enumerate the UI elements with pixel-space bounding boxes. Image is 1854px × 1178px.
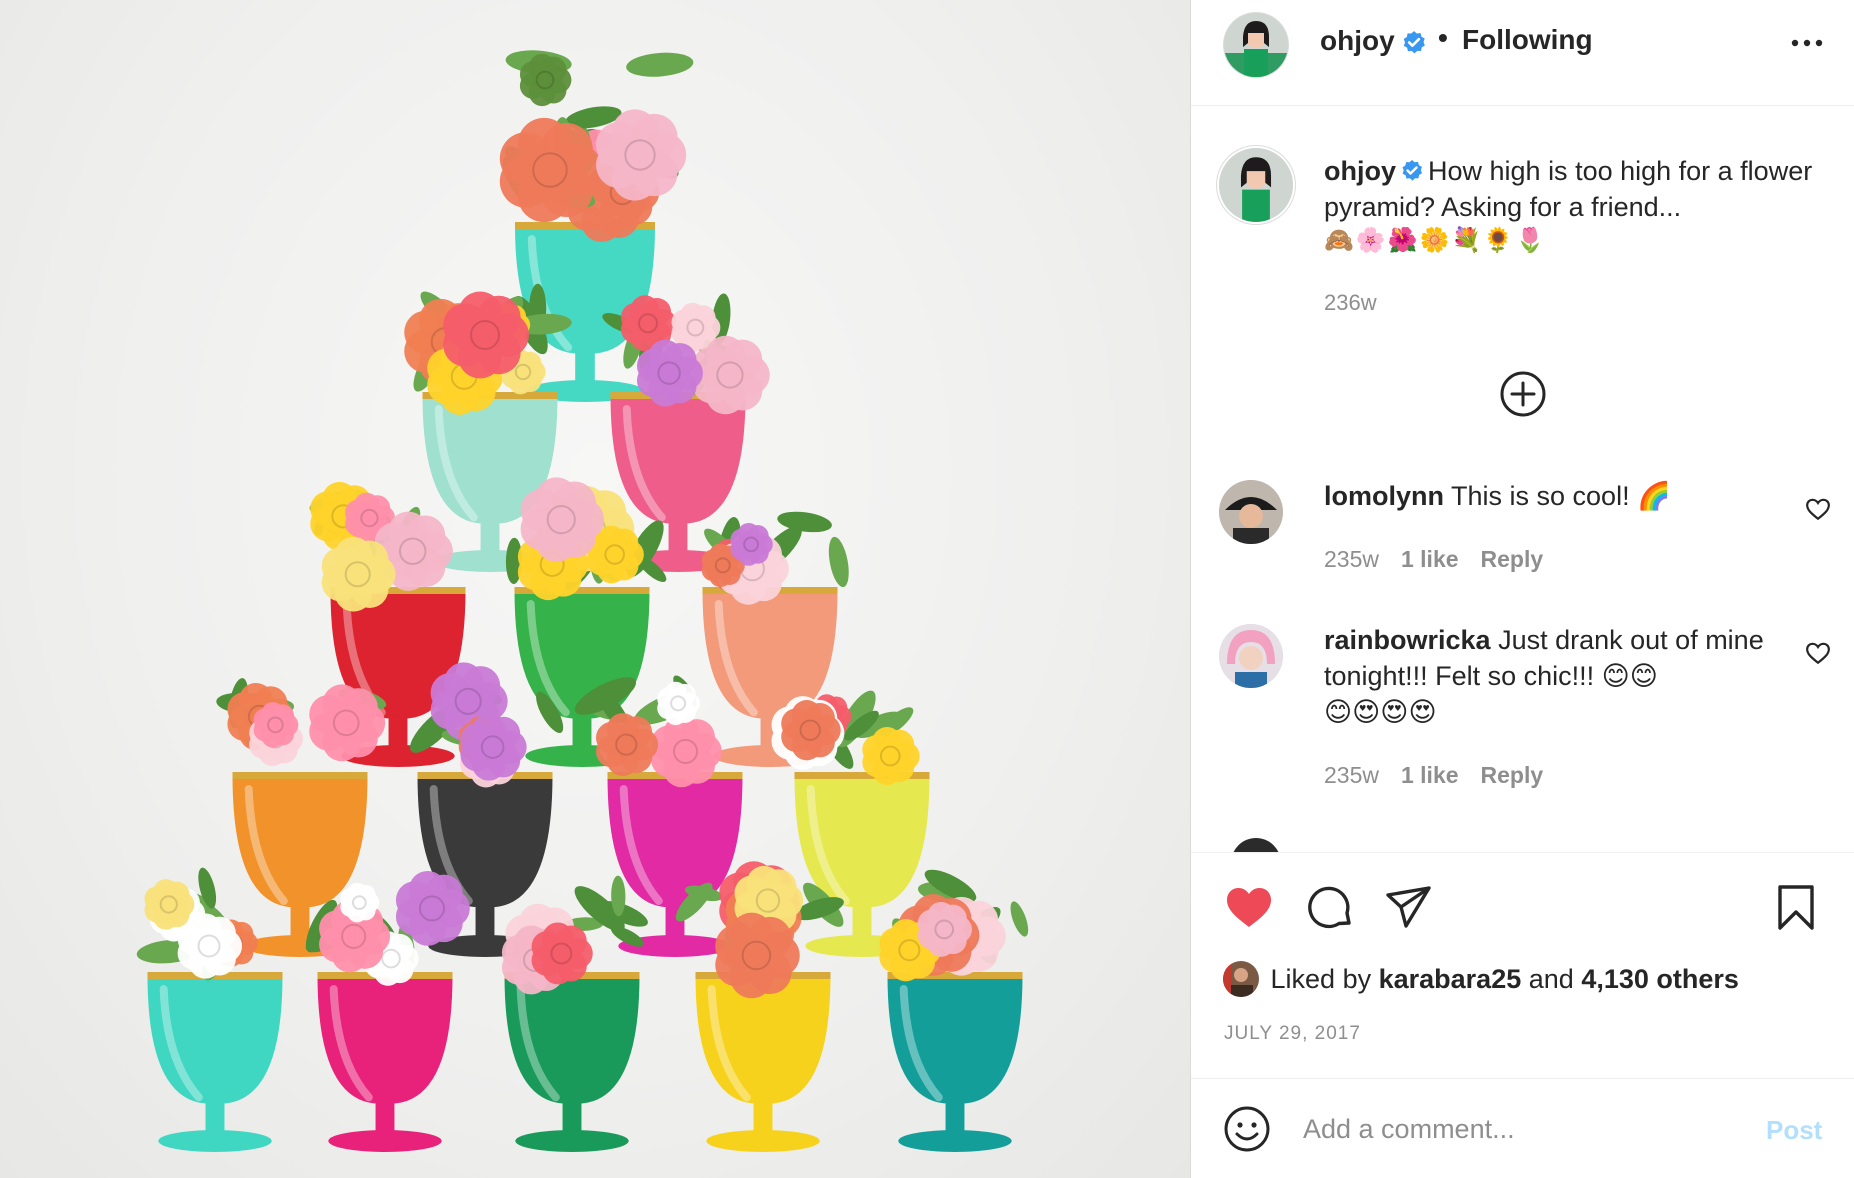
goblet xyxy=(317,972,453,1152)
caption-text-block: ohjoy How high is too high for a flower p… xyxy=(1324,153,1824,225)
header-separator: • xyxy=(1438,22,1448,53)
goblet xyxy=(147,972,283,1152)
save-bookmark-icon[interactable] xyxy=(1771,883,1821,933)
following-button[interactable]: Following xyxy=(1462,24,1593,56)
comment-username[interactable]: lomolynn xyxy=(1324,481,1444,511)
leaf xyxy=(828,536,849,588)
comment-bubble-icon[interactable] xyxy=(1305,883,1355,933)
post-header: ohjoy • Following xyxy=(1191,0,1854,106)
leaf xyxy=(1010,901,1029,937)
comment-meta: 235w 1 like Reply xyxy=(1324,762,1565,789)
goblet xyxy=(887,972,1023,1152)
comment-meta: 235w 1 like Reply xyxy=(1324,546,1565,573)
liked-by-others[interactable]: 4,130 others xyxy=(1581,964,1739,994)
caption-body: How high is too high for a flower pyrami… xyxy=(1324,156,1813,222)
liked-by-prefix: Liked by xyxy=(1270,964,1372,994)
post-comment-button[interactable]: Post xyxy=(1766,1115,1822,1146)
comment-likes[interactable]: 1 like xyxy=(1401,762,1459,788)
add-comment-bar: Post xyxy=(1191,1078,1854,1178)
comment-input[interactable] xyxy=(1303,1105,1743,1153)
share-paper-plane-icon[interactable] xyxy=(1384,883,1434,933)
comment-text-block: lomolynn This is so cool! 🌈 xyxy=(1324,478,1774,514)
comment-likes[interactable]: 1 like xyxy=(1401,546,1459,572)
verified-badge-icon xyxy=(1402,160,1422,181)
more-options-icon[interactable] xyxy=(1785,25,1829,61)
flower xyxy=(499,117,603,223)
emoji-picker-icon[interactable] xyxy=(1223,1105,1271,1153)
caption-timestamp[interactable]: 236w xyxy=(1324,290,1377,316)
comment-username[interactable]: rainbowricka xyxy=(1324,625,1491,655)
post-details-panel: ohjoy • Following ohjoy How high is too h… xyxy=(1190,0,1854,1178)
flower xyxy=(309,684,386,762)
author-username[interactable]: ohjoy xyxy=(1320,25,1395,57)
comment-time[interactable]: 235w xyxy=(1324,546,1379,572)
comment-text-block: rainbowricka Just drank out of mine toni… xyxy=(1324,622,1774,730)
comment-time[interactable]: 235w xyxy=(1324,762,1379,788)
flower xyxy=(596,713,659,777)
author-avatar[interactable] xyxy=(1224,13,1288,77)
liked-by-user[interactable]: karabara25 xyxy=(1379,964,1522,994)
flower-pyramid-illustration xyxy=(136,50,1029,1152)
caption-username[interactable]: ohjoy xyxy=(1324,156,1396,186)
comment-body-emojis: 😊😍😍😍 xyxy=(1324,697,1437,727)
liker-avatar[interactable] xyxy=(1223,961,1259,997)
commenter-avatar[interactable] xyxy=(1219,624,1283,688)
comment-like-heart-icon[interactable] xyxy=(1805,496,1831,522)
comment-like-heart-icon[interactable] xyxy=(1805,640,1831,666)
post-actions: Liked by karabara25 and 4,130 others JUL… xyxy=(1191,852,1854,1078)
goblet xyxy=(504,972,640,1152)
verified-badge-icon xyxy=(1403,31,1425,54)
liked-by-and: and xyxy=(1528,964,1574,994)
goblet xyxy=(695,972,831,1152)
liked-by-summary: Liked by karabara25 and 4,130 others xyxy=(1223,961,1739,997)
caption-emojis: 🙈🌸🌺🌼💐🌻🌷 xyxy=(1324,227,1548,254)
like-heart-filled-icon[interactable] xyxy=(1224,883,1274,933)
next-comment-peek xyxy=(1231,838,1281,852)
comment-body: This is so cool! 🌈 xyxy=(1451,481,1671,511)
load-more-comments-icon[interactable] xyxy=(1499,370,1547,418)
comment-reply-button[interactable]: Reply xyxy=(1481,762,1544,788)
leaf xyxy=(626,52,694,77)
comment-reply-button[interactable]: Reply xyxy=(1481,546,1544,572)
commenter-avatar[interactable] xyxy=(1219,480,1283,544)
post-image[interactable] xyxy=(0,0,1190,1178)
goblet xyxy=(607,772,743,957)
post-date[interactable]: JULY 29, 2017 xyxy=(1224,1023,1361,1045)
caption-author-avatar[interactable] xyxy=(1219,148,1293,222)
